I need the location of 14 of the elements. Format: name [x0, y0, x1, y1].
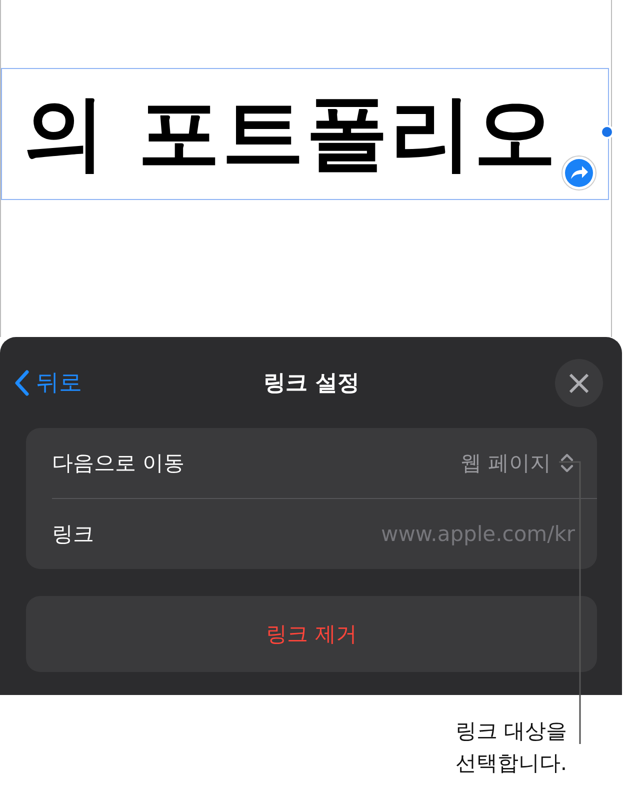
- text-box[interactable]: 의 포트폴리오: [1, 68, 609, 200]
- panel-title: 링크 설정: [264, 370, 360, 398]
- resize-handle[interactable]: [600, 125, 614, 139]
- row-label: 링크: [52, 521, 94, 548]
- remove-link-button[interactable]: 링크 제거: [26, 596, 597, 672]
- close-button[interactable]: ×: [555, 358, 603, 406]
- heading-text: 의 포트폴리오: [23, 93, 558, 175]
- chevron-left-icon: [14, 370, 30, 396]
- link-input-field[interactable]: www.apple.com/kr: [255, 522, 575, 546]
- page-type-picker[interactable]: 웹 페이지: [460, 449, 575, 477]
- row-label: 다음으로 이동: [52, 450, 185, 477]
- up-down-chevron-icon: [559, 452, 575, 474]
- back-button[interactable]: 뒤로: [14, 367, 82, 398]
- callout-text: 링크 대상을 선택합니다.: [455, 718, 567, 777]
